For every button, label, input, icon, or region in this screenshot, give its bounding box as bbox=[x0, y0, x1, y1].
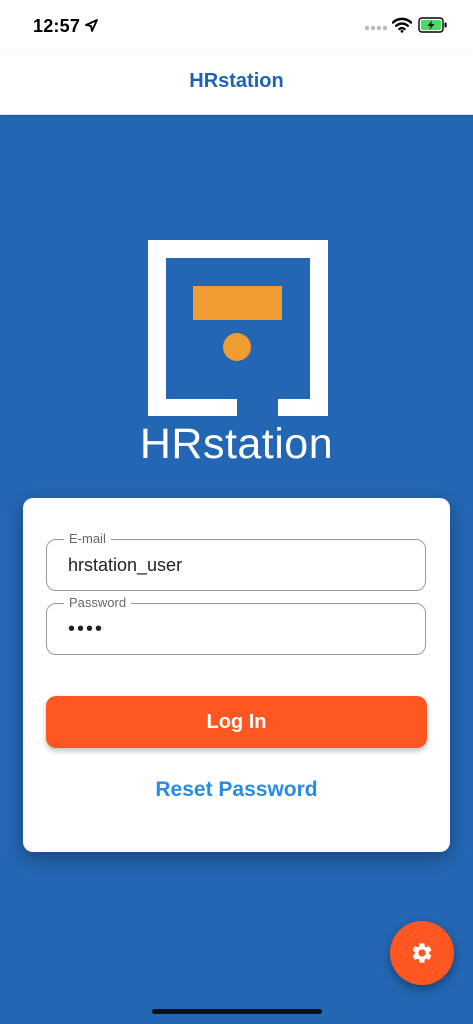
login-card: E-mail Password Log In Reset Password bbox=[23, 498, 450, 852]
status-time: 12:57 bbox=[33, 16, 81, 36]
login-button[interactable]: Log In bbox=[46, 696, 427, 748]
email-field[interactable]: E-mail bbox=[46, 531, 426, 591]
navigation-bar: HRstation bbox=[0, 52, 473, 115]
reset-password-link[interactable]: Reset Password bbox=[23, 778, 450, 802]
page-title: HRstation bbox=[189, 70, 284, 92]
home-indicator bbox=[152, 1009, 322, 1014]
status-bar: 12:57 bbox=[0, 0, 473, 52]
gear-icon bbox=[412, 943, 432, 963]
hrstation-logo-icon bbox=[148, 240, 328, 416]
location-arrow-icon bbox=[85, 19, 98, 32]
password-field[interactable]: Password bbox=[46, 595, 426, 655]
logo-text: HRstation bbox=[139, 420, 334, 468]
wifi-icon bbox=[392, 17, 412, 33]
battery-charging-icon bbox=[418, 17, 447, 33]
signal-dots-icon bbox=[364, 25, 388, 31]
settings-button[interactable] bbox=[390, 921, 454, 985]
email-input[interactable] bbox=[68, 540, 408, 590]
password-input[interactable] bbox=[68, 604, 408, 654]
